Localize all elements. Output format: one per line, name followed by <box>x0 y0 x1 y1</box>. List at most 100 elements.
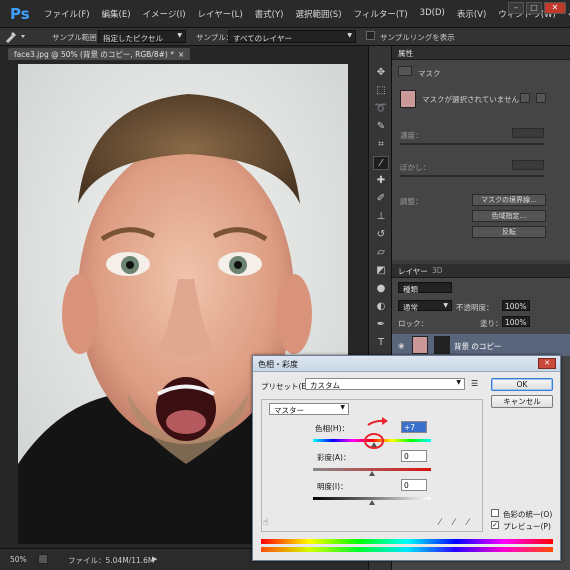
saturation-value-field[interactable]: 0 <box>401 450 427 462</box>
lock-label: ロック： <box>398 319 428 328</box>
channel-select[interactable]: マスター ▼ <box>269 403 349 415</box>
document-tab-title: face3.jpg @ 50% (背景 のコピー, RGB/8#) * <box>14 50 174 59</box>
red-annotation-arrow <box>367 417 388 426</box>
eyedropper-tool-icon[interactable]: ⁄ <box>373 156 389 170</box>
menu-view[interactable]: 表示(V) <box>451 8 492 20</box>
preview-checkbox[interactable]: ✓ <box>491 521 499 529</box>
invert-button[interactable]: 反転 <box>472 226 546 238</box>
mask-icon <box>398 66 412 76</box>
layer-name[interactable]: 背景 のコピー <box>454 341 501 352</box>
red-annotation-circle <box>364 433 385 449</box>
visibility-eye-icon[interactable]: ◉ <box>398 341 405 350</box>
input-color-spectrum <box>261 539 553 544</box>
show-sampling-ring-checkbox[interactable] <box>366 31 375 40</box>
fill-field[interactable]: 100% <box>502 316 530 327</box>
hue-label: 色相(H)： <box>315 424 349 433</box>
brush-tool-icon[interactable]: ✐ <box>373 192 389 206</box>
type-tool-icon[interactable]: T <box>373 336 389 350</box>
opacity-field[interactable]: 100% <box>502 300 530 311</box>
healing-brush-tool-icon[interactable]: ✚ <box>373 174 389 188</box>
feather-field[interactable] <box>512 160 544 170</box>
clone-stamp-tool-icon[interactable]: ⊥ <box>373 210 389 224</box>
menu-layer[interactable]: レイヤー(L) <box>192 8 249 20</box>
menu-3d[interactable]: 3D(D) <box>414 8 451 20</box>
saturation-slider-handle[interactable] <box>369 471 375 476</box>
menu-type[interactable]: 書式(Y) <box>249 8 290 20</box>
preset-options-icon[interactable]: ☰ <box>471 379 478 388</box>
density-field[interactable] <box>512 128 544 138</box>
lightness-slider-handle[interactable] <box>369 500 375 505</box>
close-tab-icon[interactable]: × <box>178 50 184 59</box>
history-brush-tool-icon[interactable]: ↺ <box>373 228 389 242</box>
pen-tool-icon[interactable]: ✒ <box>373 318 389 332</box>
3d-tab[interactable]: 3D <box>432 266 443 275</box>
hue-value-field[interactable]: +7 <box>401 421 427 433</box>
document-info-icon[interactable] <box>38 554 48 564</box>
feather-label: ぼかし： <box>400 163 430 172</box>
paint-bucket-tool-icon[interactable]: ◩ <box>373 264 389 278</box>
color-range-button[interactable]: 色域指定… <box>472 210 546 222</box>
colorize-checkbox[interactable] <box>491 509 499 517</box>
subtract-from-sample-eyedropper-icon[interactable]: ⁄ <box>467 518 469 528</box>
dialog-title-bar[interactable]: 色相・彩度 ✕ <box>253 356 560 372</box>
sample-size-label: サンプル範囲： <box>52 33 105 42</box>
targeted-adjustment-tool-icon[interactable]: ☝ <box>263 518 268 528</box>
cancel-button[interactable]: キャンセル <box>491 395 553 408</box>
layer-filter-select[interactable]: 種類 <box>398 282 452 294</box>
channel-value: マスター <box>274 406 304 415</box>
photoshop-logo: Ps <box>10 5 30 23</box>
lasso-tool-icon[interactable]: ➰ <box>373 102 389 116</box>
marquee-tool-icon[interactable]: ⬚ <box>373 84 389 98</box>
properties-panel-header: 属性 <box>392 46 570 60</box>
eraser-tool-icon[interactable]: ▱ <box>373 246 389 260</box>
layers-tab[interactable]: レイヤー <box>398 266 428 277</box>
add-to-sample-eyedropper-icon[interactable]: ⁄ <box>453 518 455 528</box>
move-tool-icon[interactable]: ✥ <box>373 66 389 80</box>
ok-button[interactable]: OK <box>491 378 553 391</box>
maximize-button[interactable]: □ <box>526 2 542 14</box>
preview-label: プレビュー(P) <box>503 522 551 531</box>
menu-file[interactable]: ファイル(F) <box>38 8 96 20</box>
no-mask-selected-text: マスクが選択されていません <box>422 95 520 104</box>
layer-row[interactable]: ◉ 背景 のコピー <box>392 334 570 356</box>
mask-edge-button[interactable]: マスクの境界線… <box>472 194 546 206</box>
preset-select[interactable]: カスタム ▼ <box>305 378 465 390</box>
menu-edit[interactable]: 編集(E) <box>96 8 137 20</box>
zoom-level[interactable]: 50% <box>10 555 27 564</box>
opacity-label: 不透明度： <box>456 303 494 312</box>
eyedropper-tool-preset-icon[interactable] <box>4 30 34 43</box>
crop-tool-icon[interactable]: ⌗ <box>373 138 389 152</box>
dodge-tool-icon[interactable]: ◐ <box>373 300 389 314</box>
blur-tool-icon[interactable]: ● <box>373 282 389 296</box>
sample-select[interactable]: すべてのレイヤー ▼ <box>228 30 356 43</box>
lightness-value-field[interactable]: 0 <box>401 479 427 491</box>
quick-select-tool-icon[interactable]: ✎ <box>373 120 389 134</box>
chevron-down-icon: ▼ <box>347 32 352 39</box>
hue-saturation-dialog: 色相・彩度 ✕ プリセット(E)： カスタム ▼ ☰ OK キャンセル マスター ▼… <box>252 355 561 561</box>
dialog-close-button[interactable]: ✕ <box>538 358 556 369</box>
menu-bar: Ps ファイル(F) 編集(E) イメージ(I) レイヤー(L) 書式(Y) 選… <box>0 0 570 28</box>
menu-select[interactable]: 選択範囲(S) <box>289 8 347 20</box>
window-controls: – □ ✕ <box>508 2 566 14</box>
sample-size-select[interactable]: 指定したピクセル ▼ <box>98 30 186 43</box>
layer-mask-thumbnail[interactable] <box>434 336 450 354</box>
status-menu-arrow-icon[interactable]: ▶ <box>152 555 157 563</box>
properties-panel: マスク マスクが選択されていません 濃度： ぼかし： 調整： マスクの境界線… … <box>392 60 570 260</box>
minimize-button[interactable]: – <box>508 2 524 14</box>
menu-image[interactable]: イメージ(I) <box>137 8 192 20</box>
lightness-label: 明度(I)： <box>317 482 348 491</box>
vector-mask-icon[interactable] <box>536 93 546 103</box>
density-slider[interactable] <box>400 143 544 145</box>
eyedropper-icon[interactable]: ⁄ <box>439 518 441 528</box>
properties-tab[interactable]: 属性 <box>398 48 413 59</box>
menu-filter[interactable]: フィルター(T) <box>348 8 414 20</box>
feather-slider[interactable] <box>400 175 544 177</box>
close-window-button[interactable]: ✕ <box>544 2 566 14</box>
dialog-title: 色相・彩度 <box>258 360 298 369</box>
pixel-mask-icon[interactable] <box>520 93 530 103</box>
chevron-down-icon: ▼ <box>340 404 345 411</box>
chevron-down-icon: ▼ <box>177 32 182 39</box>
options-bar: サンプル範囲： 指定したピクセル ▼ サンプル： すべてのレイヤー ▼ サンプルリン… <box>0 28 570 46</box>
blend-mode-select[interactable]: 通常 ▼ <box>398 300 452 312</box>
document-tab[interactable]: face3.jpg @ 50% (背景 のコピー, RGB/8#) * × <box>8 48 191 60</box>
